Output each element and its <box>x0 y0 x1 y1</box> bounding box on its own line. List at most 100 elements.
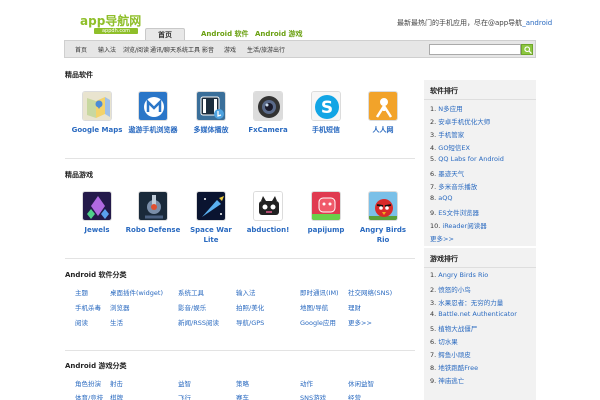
ranking-link[interactable]: 手机管家 <box>438 131 464 139</box>
category-link[interactable]: 动作 <box>300 378 313 388</box>
category-link[interactable]: 输入法 <box>236 287 256 297</box>
category-link[interactable]: 系统工具 <box>178 287 204 297</box>
ranking-link[interactable]: 水果忍者：无穷的力量 <box>438 299 503 307</box>
category-link[interactable]: 导航/GPS <box>236 317 264 327</box>
category-link[interactable]: SNS游戏 <box>300 392 326 400</box>
ranking-link[interactable]: GO短信EX <box>438 144 470 152</box>
nav-item-home[interactable]: 首页 <box>75 45 87 54</box>
category-link[interactable]: 更多>> <box>348 317 372 327</box>
ranking-item[interactable]: 2. 愤怒的小鸟 <box>430 284 471 294</box>
app-card[interactable]: Robo Defense <box>125 191 181 235</box>
tab-android-games[interactable]: Android 游戏 <box>255 28 303 40</box>
app-card[interactable]: S 手机短信 <box>298 91 354 135</box>
category-link[interactable]: 经营 <box>348 392 361 400</box>
category-link[interactable]: 生活 <box>110 317 123 327</box>
category-link[interactable]: 益智 <box>178 378 191 388</box>
app-card[interactable]: abduction! <box>240 191 296 235</box>
app-card[interactable]: 遨游手机浏览器 <box>125 91 181 135</box>
ranking-item[interactable]: 7. 多米音乐播放 <box>430 181 477 191</box>
svg-text:S: S <box>321 98 333 118</box>
ranking-item[interactable]: 8. aQQ <box>430 194 453 202</box>
promo-link[interactable]: _android <box>522 19 552 27</box>
app-card[interactable]: Jewels <box>69 191 125 235</box>
category-link[interactable]: 策略 <box>236 378 249 388</box>
category-link[interactable]: 体育/竞技 <box>75 392 103 400</box>
app-card[interactable]: papijump <box>298 191 354 235</box>
renren-icon <box>368 91 398 121</box>
ranking-link[interactable]: QQ Labs for Android <box>438 155 504 163</box>
nav-item-media[interactable]: 影音 <box>202 45 214 54</box>
category-link[interactable]: 棋牌 <box>110 392 123 400</box>
ranking-item[interactable]: 5. 植物大战僵尸 <box>430 323 477 333</box>
ranking-item[interactable]: 4. GO短信EX <box>430 142 470 152</box>
ranking-item[interactable]: 1. Angry Birds Rio <box>430 271 488 279</box>
ranking-item[interactable]: 9. ES文件浏览器 <box>430 207 479 217</box>
ranking-link[interactable]: 切水果 <box>438 338 458 346</box>
ranking-link[interactable]: aQQ <box>438 194 452 202</box>
search-button[interactable] <box>521 44 533 55</box>
ranking-link[interactable]: ES文件浏览器 <box>438 209 479 217</box>
app-card[interactable]: 人人网 <box>355 91 411 135</box>
ranking-link[interactable]: Angry Birds Rio <box>438 271 488 279</box>
tab-home[interactable]: 首页 <box>145 28 185 40</box>
ranking-link[interactable]: 鳄鱼小顽皮 <box>438 351 471 359</box>
category-link[interactable]: 主题 <box>75 287 88 297</box>
category-link[interactable]: 浏览器 <box>110 302 130 312</box>
category-link[interactable]: 休闲益智 <box>348 378 374 388</box>
software-ranking-more-link[interactable]: 更多>> <box>430 233 454 243</box>
ranking-link[interactable]: iReader阅读器 <box>442 222 486 230</box>
app-card[interactable]: FxCamera <box>240 91 296 135</box>
ranking-item[interactable]: 9. 神庙逃亡 <box>430 375 464 385</box>
ranking-item[interactable]: 5. QQ Labs for Android <box>430 155 504 163</box>
category-link[interactable]: 赛车 <box>236 392 249 400</box>
app-card[interactable]: Space War Lite <box>183 191 239 245</box>
site-logo[interactable]: app导航网 appdh.com <box>80 14 141 36</box>
category-link[interactable]: 手机杀毒 <box>75 302 101 312</box>
ranking-item[interactable]: 3. 水果忍者：无穷的力量 <box>430 297 503 307</box>
ranking-item[interactable]: 7. 鳄鱼小顽皮 <box>430 349 471 359</box>
tab-android-software[interactable]: Android 软件 <box>201 28 249 40</box>
nav-item-life-travel[interactable]: 生活/旅游出行 <box>247 45 285 54</box>
ranking-item[interactable]: 10. iReader阅读器 <box>430 220 487 230</box>
category-link[interactable]: Google应用 <box>300 317 336 327</box>
search-input[interactable] <box>429 44 521 55</box>
nav-item-input-method[interactable]: 输入法 <box>98 45 116 54</box>
ranking-item[interactable]: 6. 墨迹天气 <box>430 168 464 178</box>
category-link[interactable]: 理财 <box>348 302 361 312</box>
category-link[interactable]: 影音/娱乐 <box>178 302 206 312</box>
ranking-link[interactable]: 多米音乐播放 <box>438 183 477 191</box>
category-link[interactable]: 地图/导航 <box>300 302 328 312</box>
ranking-link[interactable]: 墨迹天气 <box>438 170 464 178</box>
category-link[interactable]: 桌面插件(widget) <box>110 287 163 297</box>
nav-item-system-tools[interactable]: 系统工具 <box>176 45 200 54</box>
ranking-link[interactable]: 地铁跑酷Free <box>438 364 478 372</box>
app-card[interactable]: Google Maps <box>69 91 125 135</box>
ranking-link[interactable]: 植物大战僵尸 <box>438 325 477 333</box>
angry-birds-icon <box>368 191 398 221</box>
nav-item-games[interactable]: 游戏 <box>224 45 236 54</box>
nav-item-browser-reading[interactable]: 浏览/阅读 <box>123 45 149 54</box>
ranking-link[interactable]: 神庙逃亡 <box>438 377 464 385</box>
category-link[interactable]: 拍照/美化 <box>236 302 264 312</box>
category-link[interactable]: 飞行 <box>178 392 191 400</box>
nav-item-communication[interactable]: 通讯/聊天 <box>150 45 176 54</box>
ranking-item[interactable]: 6. 切水果 <box>430 336 458 346</box>
category-link[interactable]: 新闻/RSS阅读 <box>178 317 219 327</box>
space-war-icon <box>196 191 226 221</box>
category-link[interactable]: 阅读 <box>75 317 88 327</box>
ranking-item[interactable]: 8. 地铁跑酷Free <box>430 362 478 372</box>
ranking-link[interactable]: 安卓手机优化大师 <box>438 118 490 126</box>
app-card[interactable]: 多媒体播放 <box>183 91 239 135</box>
category-link[interactable]: 社交网络(SNS) <box>348 287 392 297</box>
ranking-link[interactable]: Battle.net Authenticator <box>438 310 517 318</box>
category-link[interactable]: 角色扮演 <box>75 378 101 388</box>
ranking-link[interactable]: 愤怒的小鸟 <box>438 286 471 294</box>
ranking-item[interactable]: 1. N多应用 <box>430 103 463 113</box>
ranking-link[interactable]: N多应用 <box>438 105 462 113</box>
app-card[interactable]: Angry Birds Rio <box>355 191 411 245</box>
category-link[interactable]: 射击 <box>110 378 123 388</box>
ranking-item[interactable]: 4. Battle.net Authenticator <box>430 310 517 318</box>
ranking-item[interactable]: 3. 手机管家 <box>430 129 464 139</box>
category-link[interactable]: 即时通讯(IM) <box>300 287 339 297</box>
ranking-item[interactable]: 2. 安卓手机优化大师 <box>430 116 490 126</box>
